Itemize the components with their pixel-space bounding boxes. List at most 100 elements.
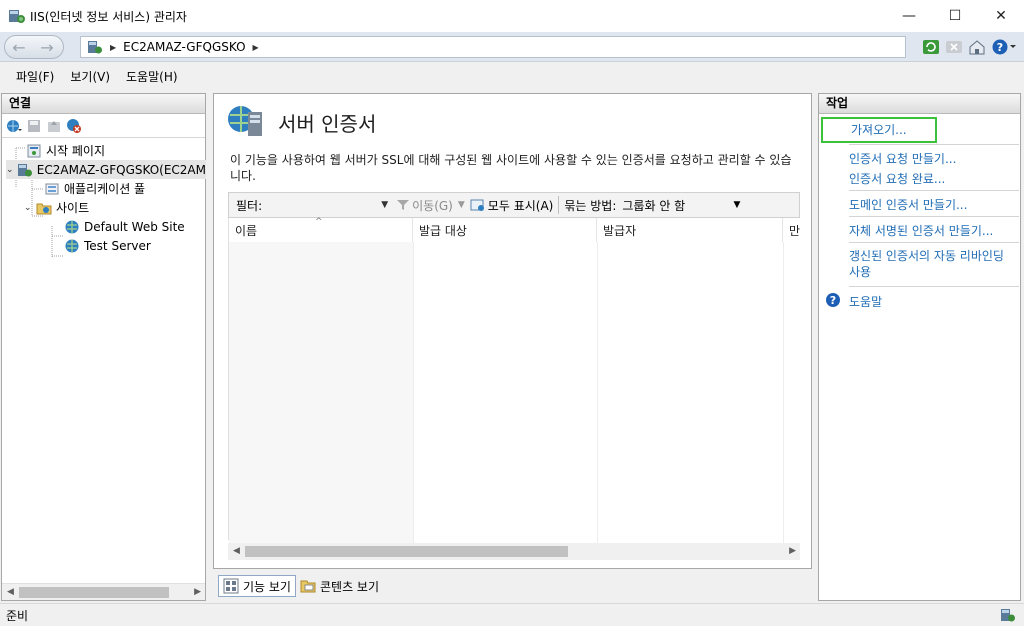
action-create-request[interactable]: 인증서 요청 만들기... [849, 150, 956, 167]
scroll-right-icon[interactable]: ▶ [789, 546, 796, 556]
filter-label: 필터: [236, 198, 263, 213]
menu-view[interactable]: 보기(V) [62, 68, 118, 85]
server-icon [17, 162, 33, 178]
window-title: IIS(인터넷 정보 서비스) 관리자 [30, 9, 187, 24]
column-header-name[interactable]: 이름 ^ [229, 217, 413, 242]
title-bar: IIS(인터넷 정보 서비스) 관리자 — ☐ ✕ [0, 0, 1024, 32]
svg-text:?: ? [997, 41, 1003, 54]
start-page-icon [26, 143, 42, 159]
delete-connection-icon[interactable] [65, 117, 83, 135]
status-server-icon [1001, 609, 1015, 622]
scroll-thumb[interactable] [245, 546, 568, 557]
show-all-button[interactable]: 모두 표시(A) [470, 197, 554, 214]
tree-label-app-pools: 애플리케이션 풀 [64, 182, 146, 196]
certificates-list[interactable]: 이름 ^ 발급 대상 발급자 만 [228, 217, 801, 544]
connect-globe-icon[interactable] [5, 117, 23, 135]
scroll-left-icon[interactable]: ◀ [233, 546, 240, 556]
tab-features-view[interactable]: 기능 보기 [218, 575, 296, 597]
column-divider [783, 242, 784, 544]
back-arrow-icon[interactable]: ← [6, 36, 32, 58]
home-icon[interactable] [967, 37, 987, 57]
go-dropdown-icon[interactable]: ▼ [458, 200, 465, 210]
tree-item-default-web-site[interactable]: Default Web Site [64, 217, 185, 236]
column-header-expiration[interactable]: 만 [783, 218, 801, 242]
go-button[interactable]: 이동(G) [396, 197, 453, 214]
collapse-chevron-icon[interactable]: ⌄ [6, 165, 17, 175]
maximize-button[interactable]: ☐ [932, 0, 978, 32]
content-view-icon [300, 580, 316, 593]
menu-bar: 파일(F) 보기(V) 도움말(H) [0, 63, 1024, 89]
tree-label-server: EC2AMAZ-GFQGSKO(EC2AM [36, 162, 206, 177]
tab-features-label: 기능 보기 [243, 579, 291, 594]
actions-header: 작업 [819, 94, 1020, 114]
group-by-select[interactable]: 그룹화 안 함 ▼ [622, 197, 740, 214]
filter-toolbar: 필터: ▼ 이동(G) ▼ 모두 표시(A) 묶는 방법: 그룹화 안 함 ▼ [228, 192, 800, 218]
group-by-label: 묶는 방법: [564, 198, 617, 213]
actions-separator [849, 286, 1019, 287]
tab-content-label: 콘텐츠 보기 [319, 579, 379, 594]
show-all-icon [470, 199, 484, 211]
action-complete-request[interactable]: 인증서 요청 완료... [849, 170, 945, 187]
address-box[interactable]: ▶ EC2AMAZ-GFQGSKO ▶ [80, 36, 906, 58]
action-auto-rebind[interactable]: 갱신된 인증서의 자동 리바인딩 사용 [849, 248, 1011, 280]
column-label: 발급자 [603, 224, 637, 238]
page-description: 이 기능을 사용하여 웹 서버가 SSL에 대해 구성된 웹 사이트에 사용할 … [230, 153, 792, 183]
funnel-icon [397, 200, 410, 210]
tree-item-server[interactable]: ⌄ EC2AMAZ-GFQGSKO(EC2AM [6, 160, 206, 179]
column-header-issued-by[interactable]: 발급자 [597, 218, 783, 242]
tree-item-app-pools[interactable]: 애플리케이션 풀 [44, 179, 145, 198]
scroll-thumb[interactable] [19, 587, 169, 598]
tree-label-start-page: 시작 페이지 [46, 144, 106, 158]
globe-icon [64, 238, 80, 254]
list-hscrollbar[interactable]: ◀ ▶ [228, 543, 800, 560]
go-label: 이동(G) [412, 198, 453, 213]
status-text: 준비 [6, 608, 29, 623]
action-create-self-signed[interactable]: 자체 서명된 인증서 만들기... [849, 222, 993, 239]
help-dropdown-icon[interactable]: ? [990, 37, 1018, 57]
scroll-right-icon[interactable]: ▶ [194, 587, 201, 597]
dropdown-arrow-icon[interactable]: ▼ [733, 200, 740, 210]
chevron-right-icon: ▶ [110, 42, 117, 52]
actions-separator [849, 216, 1019, 217]
column-header-issued-to[interactable]: 발급 대상 [413, 218, 597, 242]
column-divider [413, 242, 414, 544]
address-server-icon [87, 39, 103, 55]
column-divider [597, 242, 598, 544]
column-label: 이름 [235, 224, 258, 238]
show-all-label: 모두 표시(A) [487, 198, 554, 213]
connections-hscrollbar[interactable]: ◀ ▶ [2, 583, 205, 600]
minimize-button[interactable]: — [886, 0, 932, 32]
sites-folder-icon [36, 200, 52, 216]
menu-help[interactable]: 도움말(H) [118, 68, 186, 85]
tree-item-start-page[interactable]: 시작 페이지 [26, 141, 105, 160]
filter-input[interactable]: ▼ [262, 195, 389, 215]
save-icon[interactable] [25, 117, 43, 135]
forward-arrow-icon[interactable]: → [34, 36, 60, 58]
stop-icon[interactable] [944, 37, 964, 57]
sort-ascending-icon: ^ [315, 217, 323, 227]
chevron-right-icon[interactable]: ▶ [253, 43, 259, 52]
up-level-icon[interactable] [45, 117, 63, 135]
action-help[interactable]: 도움말 [849, 293, 882, 310]
status-bar: 준비 [0, 603, 1024, 626]
tree-label-site1: Default Web Site [84, 219, 185, 234]
connections-panel: 연결 시작 페이지 ⌄ EC2AMAZ-GFQGSKO(EC2AM 애플리케이션… [1, 93, 206, 601]
svg-text:?: ? [830, 294, 836, 307]
close-button[interactable]: ✕ [978, 0, 1024, 32]
action-create-domain-cert[interactable]: 도메인 인증서 만들기... [849, 196, 967, 213]
collapse-chevron-icon[interactable]: ⌄ [24, 203, 36, 213]
dropdown-arrow-icon[interactable]: ▼ [381, 200, 388, 210]
refresh-icon[interactable] [921, 37, 941, 57]
tree-item-sites[interactable]: ⌄ 사이트 [24, 198, 89, 217]
connections-header: 연결 [2, 94, 205, 114]
tab-content-view[interactable]: 콘텐츠 보기 [296, 575, 383, 597]
action-import[interactable]: 가져오기... [821, 117, 937, 143]
globe-icon [64, 219, 80, 235]
features-view-icon [223, 578, 239, 594]
breadcrumb-server[interactable]: EC2AMAZ-GFQGSKO [123, 40, 245, 54]
menu-file[interactable]: 파일(F) [8, 68, 62, 85]
scroll-left-icon[interactable]: ◀ [7, 587, 14, 597]
tree-item-test-server[interactable]: Test Server [64, 236, 151, 255]
server-certificates-panel: 서버 인증서 이 기능을 사용하여 웹 서버가 SSL에 대해 구성된 웹 사이… [213, 93, 812, 569]
connections-tree: 시작 페이지 ⌄ EC2AMAZ-GFQGSKO(EC2AM 애플리케이션 풀 … [2, 138, 206, 258]
